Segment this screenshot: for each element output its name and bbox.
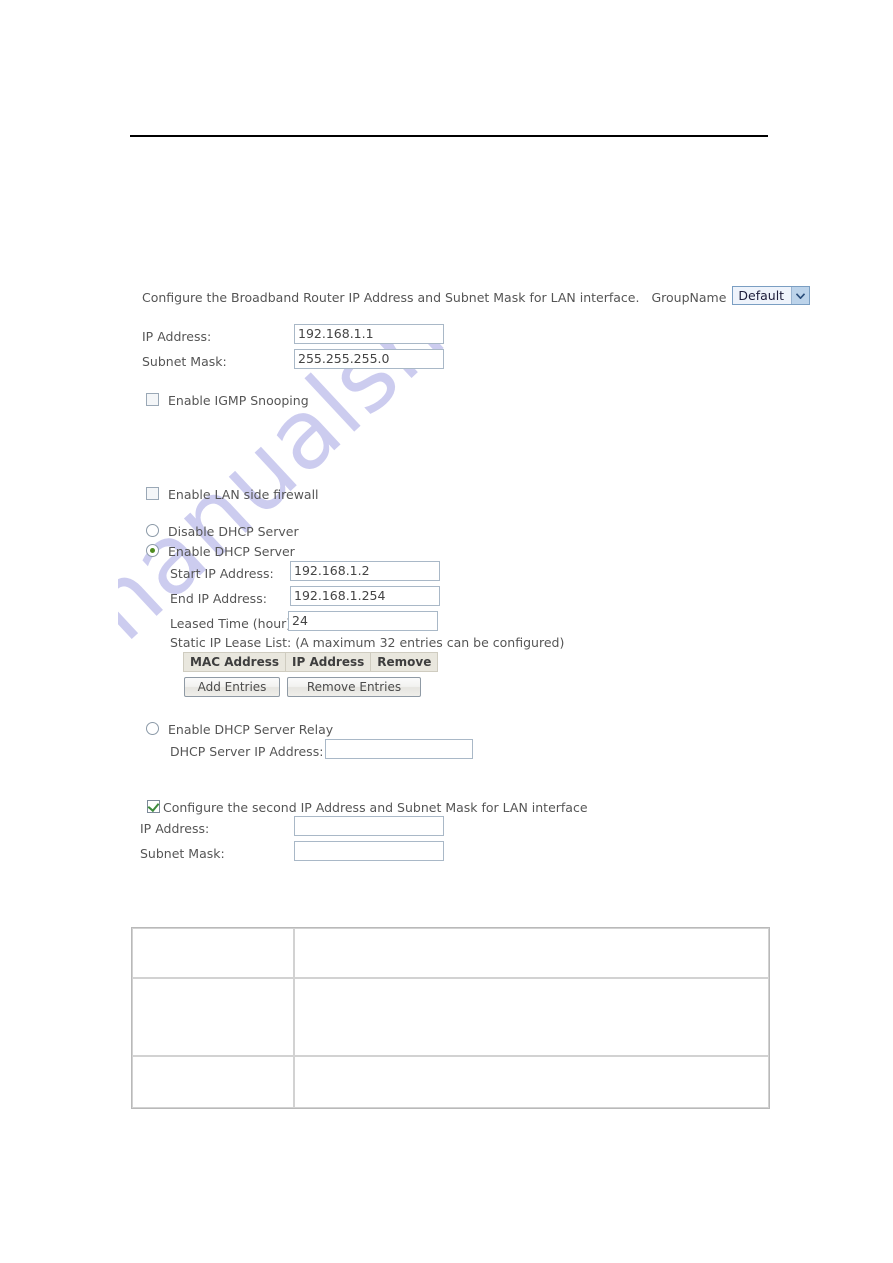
lease-table-header-remove: Remove	[370, 652, 439, 672]
lease-table-header-row: MAC Address IP Address Remove	[182, 652, 439, 672]
static-ip-lease-list-label: Static IP Lease List: (A maximum 32 entr…	[170, 635, 565, 650]
enable-igmp-snooping-label: Enable IGMP Snooping	[168, 393, 309, 408]
table-row	[132, 1056, 769, 1108]
enable-dhcp-server-radio[interactable]	[146, 544, 159, 557]
lan-ip-address-label: IP Address:	[142, 329, 212, 344]
table-cell-field	[132, 978, 294, 1056]
table-cell-field	[132, 1056, 294, 1108]
lan-configuration-form: Configure the Broadband Router IP Addres…	[0, 0, 893, 920]
leased-time-input[interactable]: 24	[288, 611, 438, 631]
table-cell-description	[294, 1056, 769, 1108]
group-name-selected-value: Default	[738, 288, 785, 303]
intro-row: Configure the Broadband Router IP Addres…	[142, 286, 811, 307]
disable-dhcp-server-label: Disable DHCP Server	[168, 524, 299, 539]
second-ip-address-label: IP Address:	[140, 821, 210, 836]
start-ip-address-input[interactable]: 192.168.1.2	[290, 561, 440, 581]
configure-second-ip-label: Configure the second IP Address and Subn…	[163, 800, 588, 815]
field-description-table	[131, 927, 770, 1109]
enable-dhcp-server-label: Enable DHCP Server	[168, 544, 295, 559]
enable-igmp-snooping-checkbox[interactable]	[146, 393, 159, 406]
end-ip-address-input[interactable]: 192.168.1.254	[290, 586, 440, 606]
intro-description: Configure the Broadband Router IP Addres…	[142, 290, 640, 305]
table-cell-description	[294, 978, 769, 1056]
leased-time-label: Leased Time (hour):	[170, 616, 296, 631]
second-ip-address-input[interactable]	[294, 816, 444, 836]
enable-dhcp-server-relay-radio[interactable]	[146, 722, 159, 735]
lan-ip-address-input[interactable]: 192.168.1.1	[294, 324, 444, 344]
lan-subnet-mask-input[interactable]: 255.255.255.0	[294, 349, 444, 369]
second-subnet-mask-label: Subnet Mask:	[140, 846, 225, 861]
disable-dhcp-server-radio[interactable]	[146, 524, 159, 537]
table-row	[132, 978, 769, 1056]
lease-table-header-mac: MAC Address	[182, 652, 287, 672]
add-entries-button[interactable]: Add Entries	[184, 677, 280, 697]
dhcp-relay-server-ip-label: DHCP Server IP Address:	[170, 744, 324, 759]
lan-subnet-mask-label: Subnet Mask:	[142, 354, 227, 369]
configure-second-ip-checkbox[interactable]	[147, 800, 160, 813]
group-name-label: GroupName	[651, 290, 727, 305]
table-cell-field	[132, 928, 294, 978]
lease-table-header-ip: IP Address	[285, 652, 372, 672]
table-cell-description	[294, 928, 769, 978]
second-subnet-mask-input[interactable]	[294, 841, 444, 861]
table-row	[132, 928, 769, 978]
remove-entries-button[interactable]: Remove Entries	[287, 677, 421, 697]
end-ip-address-label: End IP Address:	[170, 591, 267, 606]
start-ip-address-label: Start IP Address:	[170, 566, 274, 581]
dhcp-relay-server-ip-input[interactable]	[325, 739, 473, 759]
group-name-select[interactable]: Default	[732, 286, 811, 305]
enable-dhcp-server-relay-label: Enable DHCP Server Relay	[168, 722, 334, 737]
enable-lan-side-firewall-checkbox[interactable]	[146, 487, 159, 500]
chevron-down-icon[interactable]	[791, 287, 810, 304]
enable-lan-side-firewall-label: Enable LAN side firewall	[168, 487, 319, 502]
static-ip-lease-table: MAC Address IP Address Remove	[182, 652, 439, 672]
